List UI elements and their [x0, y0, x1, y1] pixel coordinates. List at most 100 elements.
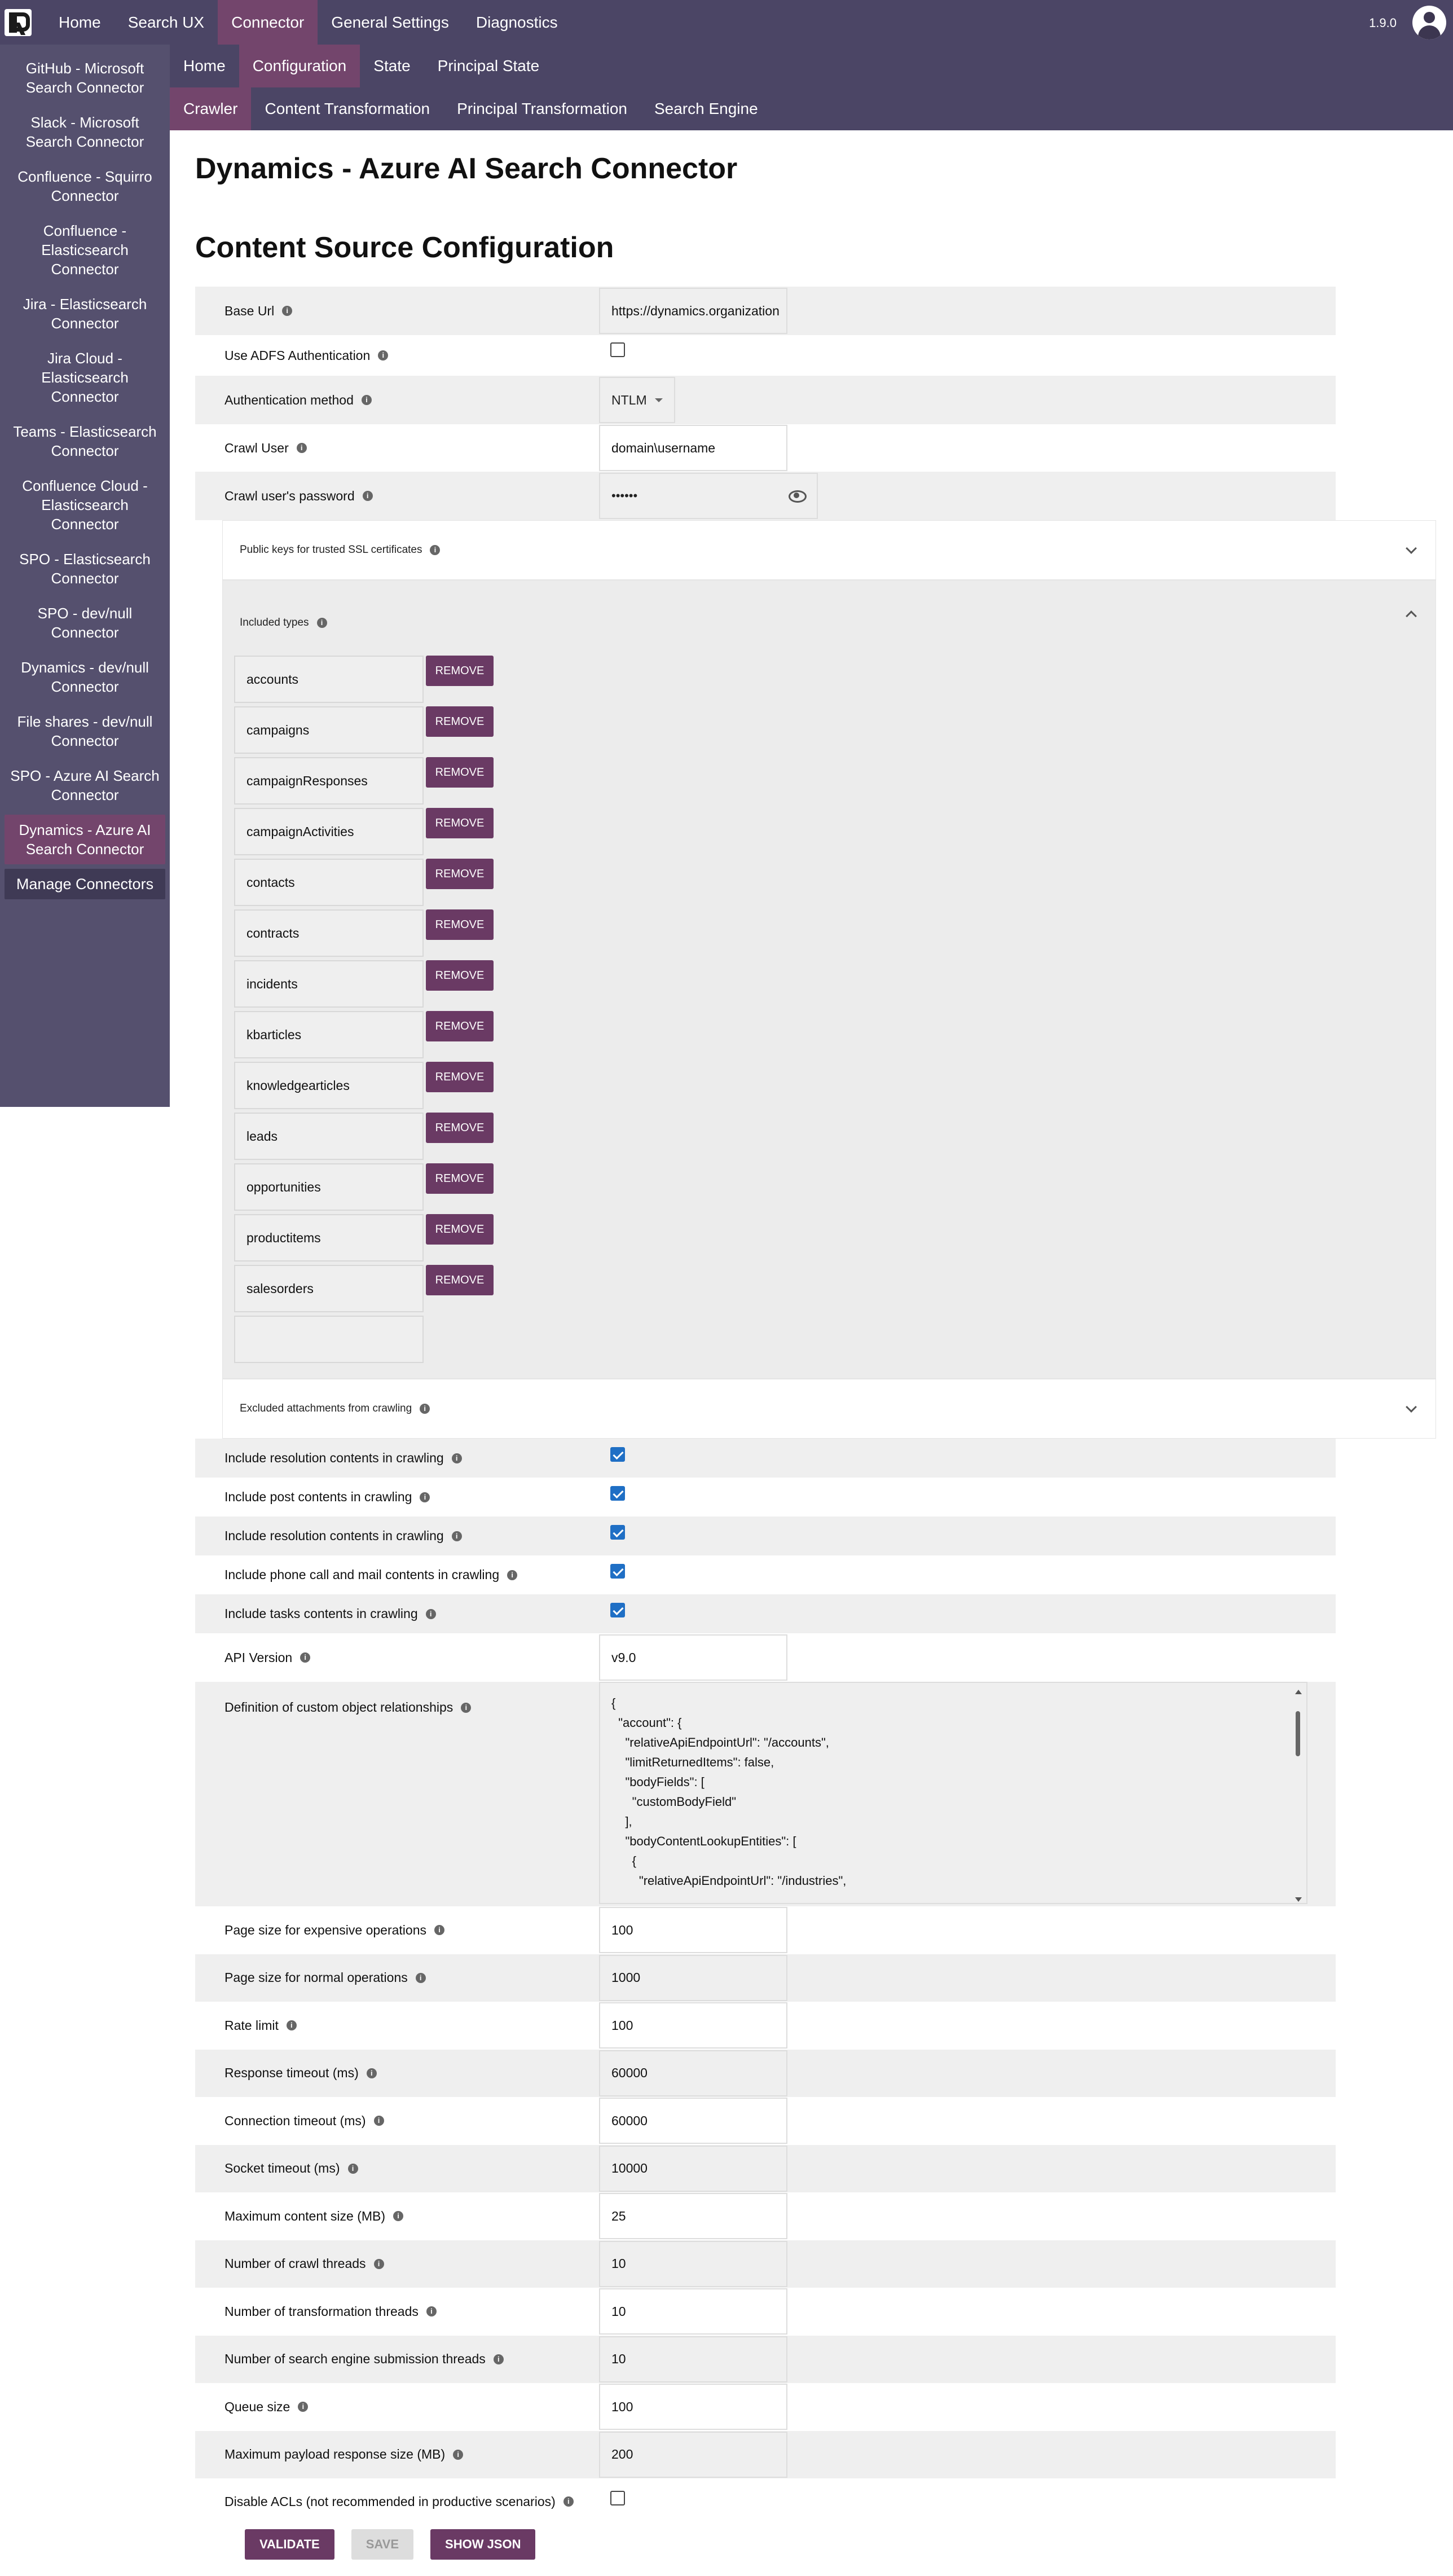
info-icon[interactable]: i: [451, 1453, 462, 1463]
crawl-user-input[interactable]: domain\username: [599, 425, 787, 471]
show-json-button[interactable]: SHOW JSON: [430, 2529, 536, 2560]
info-icon[interactable]: i: [286, 2020, 297, 2031]
remove-type-button[interactable]: REMOVE: [426, 1113, 494, 1143]
sidebar-item-confluence-squirro[interactable]: Confluence - Squirro Connector: [5, 161, 165, 211]
sidebar-item-spo-azure-ai[interactable]: SPO - Azure AI Search Connector: [5, 761, 165, 810]
topnav-connector[interactable]: Connector: [218, 0, 318, 45]
included-type-input[interactable]: contracts: [234, 909, 424, 957]
validate-button[interactable]: VALIDATE: [245, 2529, 334, 2560]
info-icon[interactable]: i: [300, 1652, 311, 1663]
account-avatar-icon[interactable]: [1412, 6, 1446, 39]
info-icon[interactable]: i: [420, 1492, 430, 1502]
disable-acls-checkbox[interactable]: [610, 2491, 625, 2505]
app-logo-icon[interactable]: [5, 8, 32, 36]
info-icon[interactable]: i: [366, 2068, 377, 2078]
tab-principal-state[interactable]: Principal State: [424, 45, 553, 87]
included-type-input[interactable]: salesorders: [234, 1265, 424, 1312]
included-type-input[interactable]: accounts: [234, 656, 424, 703]
remove-type-button[interactable]: REMOVE: [426, 1062, 494, 1092]
info-icon[interactable]: i: [493, 2354, 504, 2364]
numeric-setting-input[interactable]: 10000: [599, 2145, 787, 2192]
included-type-input[interactable]: campaignActivities: [234, 808, 424, 855]
numeric-setting-input[interactable]: 100: [599, 2384, 787, 2430]
info-icon[interactable]: i: [378, 350, 389, 361]
sidebar-item-jira-cloud-elasticsearch[interactable]: Jira Cloud - Elasticsearch Connector: [5, 343, 165, 412]
remove-type-button[interactable]: REMOVE: [426, 656, 494, 686]
included-type-input[interactable]: knowledgearticles: [234, 1062, 424, 1109]
ssl-keys-header[interactable]: Public keys for trusted SSL certificates…: [223, 521, 1436, 579]
manage-connectors-button[interactable]: Manage Connectors: [5, 869, 165, 899]
remove-type-button[interactable]: REMOVE: [426, 859, 494, 889]
tab-crawler[interactable]: Crawler: [170, 87, 252, 130]
sidebar-item-slack-microsoft[interactable]: Slack - Microsoft Search Connector: [5, 107, 165, 157]
sidebar-item-fileshares-devnull[interactable]: File shares - dev/null Connector: [5, 706, 165, 756]
base-url-input[interactable]: https://dynamics.organization: [599, 288, 787, 334]
eye-icon[interactable]: [789, 490, 807, 503]
save-button[interactable]: SAVE: [351, 2529, 414, 2560]
sidebar-item-spo-devnull[interactable]: SPO - dev/null Connector: [5, 598, 165, 648]
include-contents-checkbox[interactable]: [610, 1524, 625, 1540]
remove-type-button[interactable]: REMOVE: [426, 1214, 494, 1245]
topnav-diagnostics[interactable]: Diagnostics: [463, 0, 571, 45]
info-icon[interactable]: i: [298, 2402, 309, 2412]
included-type-input[interactable]: campaigns: [234, 706, 424, 754]
info-icon[interactable]: i: [282, 306, 293, 316]
remove-type-button[interactable]: REMOVE: [426, 808, 494, 838]
sidebar-item-confluence-elasticsearch[interactable]: Confluence - Elasticsearch Connector: [5, 216, 165, 284]
info-icon[interactable]: i: [426, 2306, 437, 2317]
info-icon[interactable]: i: [507, 1570, 518, 1580]
info-icon[interactable]: i: [415, 1972, 426, 1983]
included-type-input[interactable]: productitems: [234, 1214, 424, 1261]
numeric-setting-input[interactable]: 10: [599, 2240, 787, 2287]
remove-type-button[interactable]: REMOVE: [426, 960, 494, 991]
sidebar-item-jira-elasticsearch[interactable]: Jira - Elasticsearch Connector: [5, 289, 165, 339]
info-icon[interactable]: i: [296, 443, 307, 453]
sidebar-item-confluence-cloud-elasticsearch[interactable]: Confluence Cloud - Elasticsearch Connect…: [5, 471, 165, 539]
info-icon[interactable]: i: [373, 2258, 384, 2269]
topnav-general-settings[interactable]: General Settings: [318, 0, 463, 45]
include-contents-checkbox[interactable]: [610, 1447, 625, 1462]
included-type-input[interactable]: leads: [234, 1113, 424, 1160]
remove-type-button[interactable]: REMOVE: [426, 1011, 494, 1041]
sidebar-item-github-microsoft[interactable]: GitHub - Microsoft Search Connector: [5, 53, 165, 103]
adfs-checkbox[interactable]: [610, 342, 625, 357]
info-icon[interactable]: i: [420, 1404, 430, 1414]
tab-content-transformation[interactable]: Content Transformation: [251, 87, 443, 130]
numeric-setting-input[interactable]: 100: [599, 1907, 787, 1954]
included-type-input[interactable]: campaignResponses: [234, 757, 424, 805]
info-icon[interactable]: i: [425, 1608, 436, 1619]
sidebar-item-dynamics-azure-ai[interactable]: Dynamics - Azure AI Search Connector: [5, 815, 165, 864]
textarea-scrollbar[interactable]: [1294, 1690, 1302, 1902]
numeric-setting-input[interactable]: 60000: [599, 2098, 787, 2144]
include-contents-checkbox[interactable]: [610, 1485, 625, 1501]
numeric-setting-input[interactable]: 25: [599, 2193, 787, 2240]
included-type-input[interactable]: contacts: [234, 859, 424, 906]
remove-type-button[interactable]: REMOVE: [426, 706, 494, 737]
info-icon[interactable]: i: [453, 2449, 464, 2460]
info-icon[interactable]: i: [347, 2163, 358, 2174]
sidebar-item-spo-elasticsearch[interactable]: SPO - Elasticsearch Connector: [5, 544, 165, 594]
numeric-setting-input[interactable]: 200: [599, 2431, 787, 2478]
crawl-password-input[interactable]: ••••••: [599, 473, 818, 519]
new-type-input[interactable]: [234, 1316, 424, 1363]
info-icon[interactable]: i: [373, 2116, 384, 2126]
include-contents-checkbox[interactable]: [610, 1563, 625, 1579]
info-icon[interactable]: i: [316, 618, 327, 628]
remove-type-button[interactable]: REMOVE: [426, 1163, 494, 1194]
topnav-search-ux[interactable]: Search UX: [115, 0, 218, 45]
excluded-attachments-header[interactable]: Excluded attachments from crawling i: [223, 1379, 1436, 1438]
tab-principal-transformation[interactable]: Principal Transformation: [443, 87, 641, 130]
numeric-setting-input[interactable]: 10: [599, 2288, 787, 2335]
topnav-home[interactable]: Home: [45, 0, 115, 45]
info-icon[interactable]: i: [362, 491, 373, 501]
api-version-input[interactable]: v9.0: [599, 1634, 787, 1681]
remove-type-button[interactable]: REMOVE: [426, 1265, 494, 1295]
info-icon[interactable]: i: [563, 2496, 574, 2507]
info-icon[interactable]: i: [434, 1925, 444, 1936]
info-icon[interactable]: i: [361, 395, 372, 405]
info-icon[interactable]: i: [461, 1702, 472, 1713]
included-types-header[interactable]: Included types i: [223, 581, 1436, 654]
remove-type-button[interactable]: REMOVE: [426, 909, 494, 940]
included-type-input[interactable]: opportunities: [234, 1163, 424, 1211]
included-type-input[interactable]: kbarticles: [234, 1011, 424, 1058]
